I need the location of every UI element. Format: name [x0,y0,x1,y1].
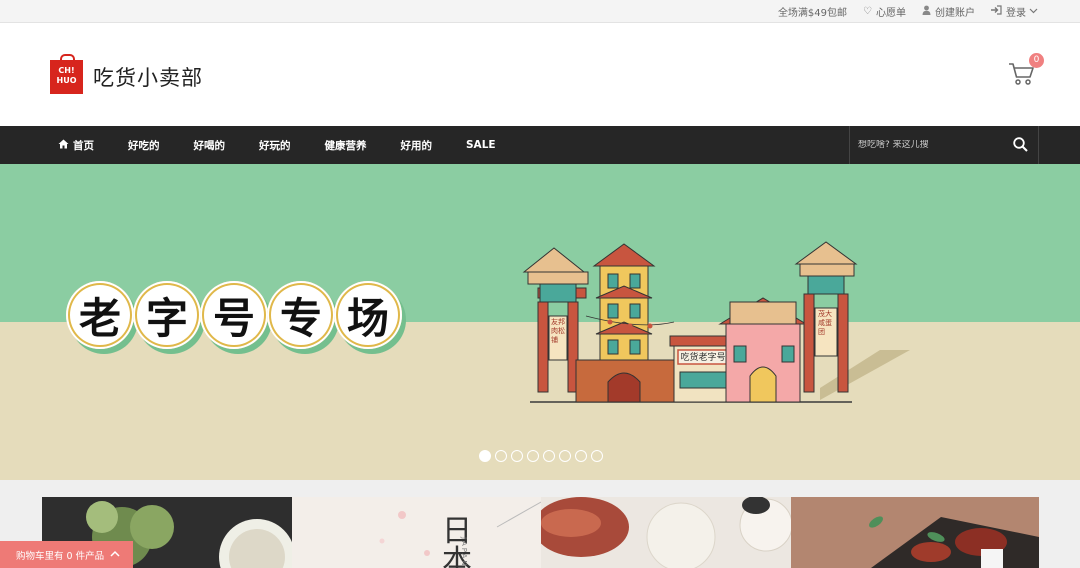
banner-title-char: 专 [267,281,335,349]
search-input[interactable] [858,140,1008,150]
carousel-dot[interactable] [495,450,507,462]
logo-text: 吃货小卖部 [93,66,203,90]
user-icon [922,5,931,18]
carousel-dot[interactable] [479,450,491,462]
chevron-up-icon [110,549,120,560]
cart-status-text: 购物车里有 0 件产品 [16,550,105,562]
site-header: CH! HUO 吃货小卖部 0 [0,23,1080,126]
banner-title-char: 老 [66,281,134,349]
logo-bag-icon: CH! HUO [50,54,83,94]
page: 全场满$49包邮 ♡ 心愿单 创建账户 登录 CH! HUO 吃货小卖部 0 首… [0,0,1080,568]
shop-sign: 吃货老字号 [680,353,726,363]
nav-item-sale[interactable]: SALE [466,139,496,151]
nav-item-health[interactable]: 健康营养 [325,138,367,153]
nav-item-fun[interactable]: 好玩的 [259,138,291,153]
heart-icon: ♡ [863,5,872,17]
cart-count-badge: 0 [1029,53,1044,68]
carousel-dot[interactable] [527,450,539,462]
search-box [849,126,1039,164]
left-gate-sign: 友邦肉松铺 [551,318,565,344]
logo-mark-line1: CH! [58,66,75,75]
banner-title-char: 字 [133,281,201,349]
create-account-link[interactable]: 创建账户 [922,4,975,19]
meat-image [791,497,1039,568]
carousel-dot[interactable] [511,450,523,462]
banner-title: 老 字 号 专 场 [66,281,402,349]
nav-item-label: 首页 [73,139,94,152]
carousel-dots [479,450,607,462]
chevron-down-icon [1029,6,1038,17]
create-account-label: 创建账户 [935,7,975,19]
search-icon[interactable] [1013,137,1028,156]
cart-status-bar[interactable]: 购物车里有 0 件产品 [0,541,133,568]
sign-in-icon [991,4,1002,18]
promo-text: 全场满$49包邮 [777,7,848,19]
login-dropdown[interactable]: 登录 [991,4,1038,19]
banner-title-char: 场 [334,281,402,349]
nav-item-snacks[interactable]: 好吃的 [128,138,160,153]
carousel-dot[interactable] [559,450,571,462]
carousel-dot[interactable] [575,450,587,462]
wishlist-label: 心愿单 [876,7,906,19]
category-tile-japan[interactable]: 日本 JAPAN [292,497,541,568]
japan-petals-image [379,501,541,556]
logo-mark-line2: HUO [56,76,77,85]
top-utility-bar: 全场满$49包邮 ♡ 心愿单 创建账户 登录 [0,0,1080,23]
site-logo[interactable]: CH! HUO 吃货小卖部 [50,54,203,94]
nav-item-home[interactable]: 首页 [58,138,94,153]
cart-button[interactable]: 0 [1008,53,1044,87]
main-nav: 首页 好吃的 好喝的 好玩的 健康营养 好用的 SALE [0,126,1080,164]
login-label: 登录 [1006,7,1026,19]
nav-item-drinks[interactable]: 好喝的 [194,138,226,153]
nav-item-goods[interactable]: 好用的 [401,138,433,153]
banner-title-char: 号 [200,281,268,349]
home-icon [58,139,69,152]
category-tile-bbq[interactable] [541,497,791,568]
hero-banner[interactable]: 老 字 号 专 场 吃货老字号 友邦肉松铺 茂大咸蛋团 [0,164,1080,480]
bbq-image [541,497,791,568]
carousel-dot[interactable] [591,450,603,462]
carousel-dot[interactable] [543,450,555,462]
old-street-illustration [522,241,910,403]
category-strip: 日本 JAPAN [0,480,1080,568]
category-tile-meat[interactable] [791,497,1039,568]
wishlist-link[interactable]: ♡ 心愿单 [863,4,906,19]
right-gate-sign: 茂大咸蛋团 [818,310,832,336]
